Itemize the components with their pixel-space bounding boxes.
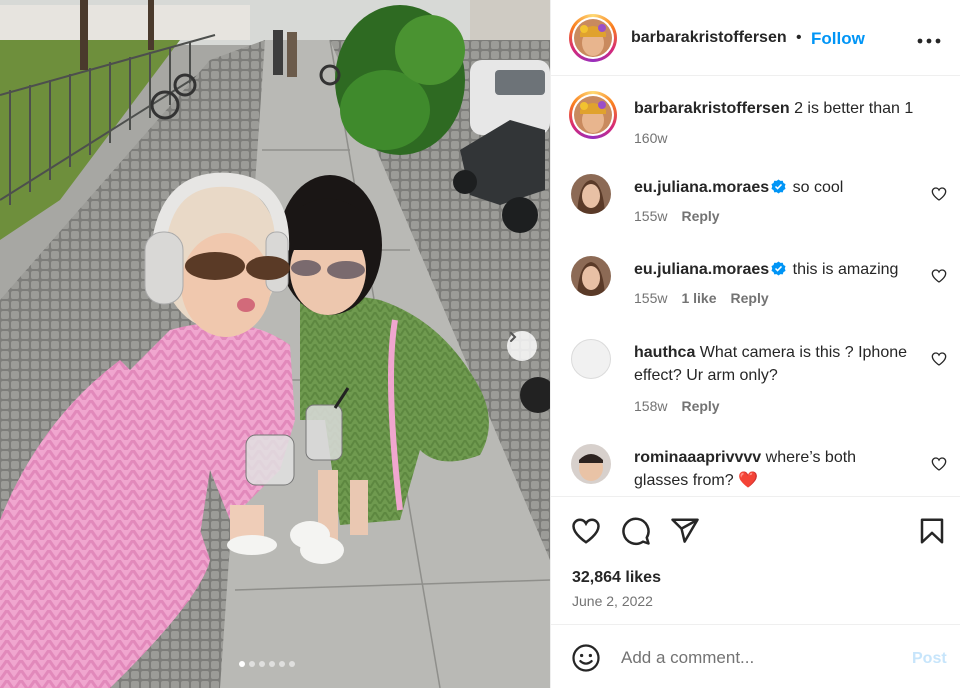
comment-username[interactable]: hauthca [634,344,695,361]
like-comment-heart-icon[interactable] [931,351,947,367]
likes-count[interactable]: 32,864 likes [572,569,661,587]
heart-icon[interactable] [571,516,601,546]
commenter-avatar[interactable] [571,256,611,296]
comment-composer: Post [551,624,960,688]
post-comment-button[interactable]: Post [912,650,947,668]
like-comment-heart-icon[interactable] [931,456,947,472]
author-avatar-image [574,19,612,57]
carousel-dot [239,661,245,667]
commenter-avatar[interactable] [571,444,611,484]
share-icon[interactable] [670,516,700,546]
heart-emoji: ❤️ [738,472,758,489]
bookmark-icon[interactable] [917,516,947,546]
commenter-avatar[interactable] [571,339,611,379]
like-comment-heart-icon[interactable] [931,186,947,202]
commenter-avatar-image [571,174,611,214]
chevron-right-icon [510,332,517,342]
comment-time[interactable]: 155w [634,208,667,224]
emoji-icon[interactable] [571,643,601,673]
comment-meta: 158w Reply [634,398,720,414]
comment-text: eu.juliana.moraes so cool [634,176,904,199]
caption-avatar[interactable] [569,91,617,139]
carousel-dot [259,661,265,667]
comment-text: rominaaaprivvvv where’s both glasses fro… [634,446,904,492]
comment-username[interactable]: rominaaaprivvvv [634,449,761,466]
carousel-next-button[interactable] [507,331,537,361]
comments-list[interactable]: barbarakristoffersen 2 is better than 1 … [551,77,960,495]
carousel-dot [289,661,295,667]
caption-time[interactable]: 160w [634,130,667,146]
caption-username[interactable]: barbarakristoffersen [634,100,790,117]
carousel-dot [249,661,255,667]
comment-username[interactable]: eu.juliana.moraes [634,261,769,278]
photo-illustration [0,0,550,688]
reply-button[interactable]: Reply [681,208,719,224]
post-date: June 2, 2022 [572,593,653,609]
comment-username[interactable]: eu.juliana.moraes [634,179,769,196]
caption-body: 2 is better than 1 [794,100,914,117]
comment-body: this is amazing [792,261,899,278]
commenter-avatar-image [571,444,611,484]
comment-time[interactable]: 155w [634,290,667,306]
like-comment-heart-icon[interactable] [931,268,947,284]
comment-text: hauthca What camera is this ? Iphone eff… [634,341,914,387]
commenter-avatar-image [571,256,611,296]
comment-meta: 155w 1 like Reply [634,290,769,306]
author-username[interactable]: barbarakristoffersen [631,29,787,47]
more-options-button[interactable] [917,28,941,46]
comment-body: so cool [792,179,844,196]
post-side-panel: barbarakristoffersen • Follow barbarakri… [550,0,960,688]
more-horizontal-icon [917,38,941,44]
carousel-dot [269,661,275,667]
comment-meta: 155w Reply [634,208,720,224]
caption-meta: 160w [634,130,667,146]
comment-likes[interactable]: 1 like [681,290,716,306]
carousel-dot [279,661,285,667]
caption-text: barbarakristoffersen 2 is better than 1 [634,97,934,120]
post-photo[interactable] [0,0,550,688]
carousel-indicator [239,661,295,667]
post-actions: 32,864 likes June 2, 2022 [551,496,960,624]
reply-button[interactable]: Reply [731,290,769,306]
post-header: barbarakristoffersen • Follow [551,0,960,76]
caption-avatar-image [574,96,612,134]
author-avatar[interactable] [569,14,617,62]
comment-time[interactable]: 158w [634,398,667,414]
verified-badge-icon [771,179,786,194]
comment-text: eu.juliana.moraes this is amazing [634,258,904,281]
commenter-avatar[interactable] [571,174,611,214]
comment-icon[interactable] [621,516,651,546]
comment-input[interactable] [621,645,891,671]
header-separator: • [796,29,802,46]
verified-badge-icon [771,261,786,276]
follow-button[interactable]: Follow [811,29,865,49]
reply-button[interactable]: Reply [681,398,719,414]
